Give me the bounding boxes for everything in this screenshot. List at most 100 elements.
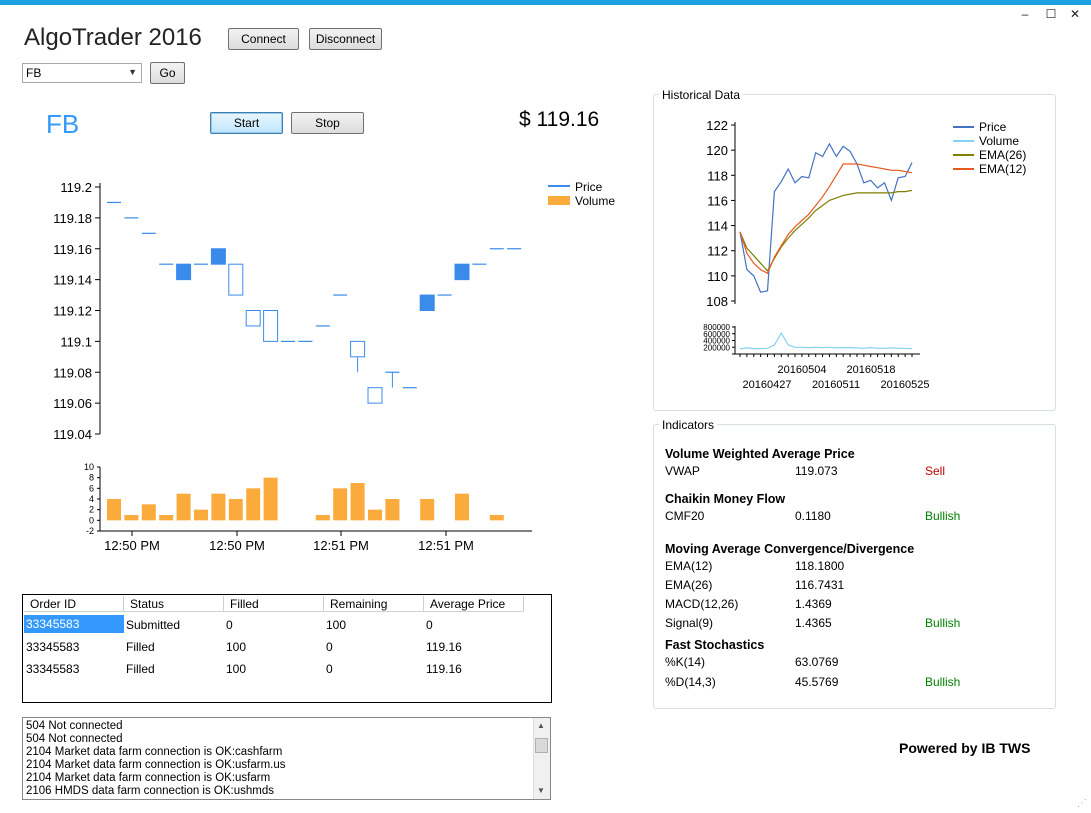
order-id-cell[interactable]: 33345583 xyxy=(26,639,79,655)
y-tick-label: 116 xyxy=(707,193,728,208)
candle xyxy=(350,340,366,358)
maximize-icon[interactable]: ☐ xyxy=(1040,7,1062,25)
remaining-cell[interactable]: 0 xyxy=(326,639,333,655)
filled-cell[interactable]: 0 xyxy=(226,617,233,633)
log-scrollbar[interactable]: ▲ ▼ xyxy=(533,718,550,799)
y-tick-label: 122 xyxy=(706,118,728,133)
cmf-value: 0.1180 xyxy=(795,509,831,523)
ema26-value: 116.7431 xyxy=(795,578,845,592)
average-price-cell[interactable]: 119.16 xyxy=(426,661,462,677)
average-price-cell[interactable]: 119.16 xyxy=(426,639,462,655)
chevron-down-icon[interactable]: ▼ xyxy=(128,67,137,77)
scroll-thumb[interactable] xyxy=(535,738,548,753)
volume-bar xyxy=(489,515,504,521)
volume-bar xyxy=(246,488,261,521)
log-line: 2104 Market data farm connection is OK:u… xyxy=(26,759,286,771)
signal-signal: Bullish xyxy=(925,616,961,630)
x-tick-label: 20160525 xyxy=(881,379,930,391)
average-price-cell[interactable]: 0 xyxy=(426,617,433,633)
go-button[interactable]: Go xyxy=(150,62,185,84)
filled-cell[interactable]: 100 xyxy=(226,639,246,655)
volume-bar xyxy=(176,493,191,521)
signal-value: 1.4365 xyxy=(795,616,832,630)
last-price: $ 119.16 xyxy=(519,108,600,131)
legend-label: EMA(12) xyxy=(979,162,1026,176)
volume-bar xyxy=(333,488,348,521)
volume-y-tick-label: -2 xyxy=(86,526,94,536)
powered-by-label: Powered by IB TWS xyxy=(899,740,1031,756)
x-tick-label: 12:50 PM xyxy=(209,538,265,553)
column-header-filled[interactable]: Filled xyxy=(224,596,324,612)
vwap-value: 119.073 xyxy=(795,464,838,478)
log-line: 2104 Market data farm connection is OK:c… xyxy=(26,746,283,758)
y-tick-label: 119.2 xyxy=(60,180,92,195)
status-cell[interactable]: Filled xyxy=(126,661,155,677)
column-header-remaining[interactable]: Remaining xyxy=(324,596,424,612)
volume-y-tick-label: 4 xyxy=(89,494,94,504)
status-cell[interactable]: Submitted xyxy=(126,617,180,633)
resize-grip-icon[interactable]: ⋰ xyxy=(1077,798,1087,809)
volume-bar xyxy=(350,483,365,521)
order-id-cell[interactable]: 33345583 xyxy=(26,616,79,632)
volume-y-tick-label: 0 xyxy=(89,515,94,525)
volume-bar xyxy=(124,515,139,521)
candle xyxy=(419,294,435,311)
minimize-icon[interactable]: – xyxy=(1014,7,1036,25)
y-tick-label: 119.1 xyxy=(60,334,92,349)
scroll-up-icon[interactable]: ▲ xyxy=(537,721,545,730)
start-button[interactable]: Start xyxy=(210,112,283,134)
message-log[interactable]: 504 Not connected 504 Not connected 2104… xyxy=(22,717,551,800)
connect-button[interactable]: Connect xyxy=(228,28,299,50)
volume-bar xyxy=(315,515,330,521)
y-tick-label: 119.14 xyxy=(53,273,92,288)
scroll-down-icon[interactable]: ▼ xyxy=(537,786,545,795)
candle xyxy=(454,263,470,281)
d-signal: Bullish xyxy=(925,675,961,689)
x-tick-label: 20160504 xyxy=(778,364,827,376)
legend-label: Price xyxy=(979,120,1007,134)
volume-bar xyxy=(211,493,226,521)
d-name: %D(14,3) xyxy=(665,675,716,689)
status-cell[interactable]: Filled xyxy=(126,639,155,655)
vwap-signal: Sell xyxy=(925,464,946,478)
legend-label: EMA(26) xyxy=(979,148,1026,162)
app-title: AlgoTrader 2016 xyxy=(24,24,202,51)
series-line-ema26 xyxy=(739,189,913,272)
x-tick-label: 12:50 PM xyxy=(104,538,160,553)
candle xyxy=(263,310,279,342)
log-line: 2106 HMDS data farm connection is OK:ush… xyxy=(26,785,275,797)
volume-bar xyxy=(420,499,435,521)
macd-name: MACD(12,26) xyxy=(665,597,739,611)
volume-bar xyxy=(159,515,174,521)
symbol-select-value: FB xyxy=(26,66,42,80)
column-header-status[interactable]: Status xyxy=(124,596,224,612)
orders-grid[interactable]: Order ID Status Filled Remaining Average… xyxy=(22,594,552,703)
vwap-name: VWAP xyxy=(665,464,700,478)
y-tick-label: 119.08 xyxy=(53,365,92,380)
candle xyxy=(210,248,226,265)
volume-bar xyxy=(228,499,243,521)
d-value: 45.5769 xyxy=(795,675,839,689)
candle xyxy=(245,310,261,327)
close-icon[interactable]: ✕ xyxy=(1064,7,1086,25)
symbol-select[interactable]: FB ▼ xyxy=(22,63,142,83)
x-tick-label: 20160427 xyxy=(743,379,792,391)
column-header-average-price[interactable]: Average Price xyxy=(424,596,524,612)
order-id-cell[interactable]: 33345583 xyxy=(26,661,79,677)
column-header-order-id[interactable]: Order ID xyxy=(24,596,124,612)
vwap-section-title: Volume Weighted Average Price xyxy=(665,447,855,461)
x-tick-label: 12:51 PM xyxy=(418,538,474,553)
y-tick-label: 119.04 xyxy=(53,427,92,442)
stop-button[interactable]: Stop xyxy=(291,112,364,134)
symbol-label: FB xyxy=(46,109,80,139)
remaining-cell[interactable]: 100 xyxy=(326,617,346,633)
macd-value: 1.4369 xyxy=(795,597,832,611)
volume-bar xyxy=(107,499,121,521)
volume-bar xyxy=(455,493,469,521)
cmf-name: CMF20 xyxy=(665,509,705,523)
candle xyxy=(176,263,192,281)
disconnect-button[interactable]: Disconnect xyxy=(309,28,382,50)
ema26-name: EMA(26) xyxy=(665,578,713,592)
filled-cell[interactable]: 100 xyxy=(226,661,246,677)
remaining-cell[interactable]: 0 xyxy=(326,661,333,677)
